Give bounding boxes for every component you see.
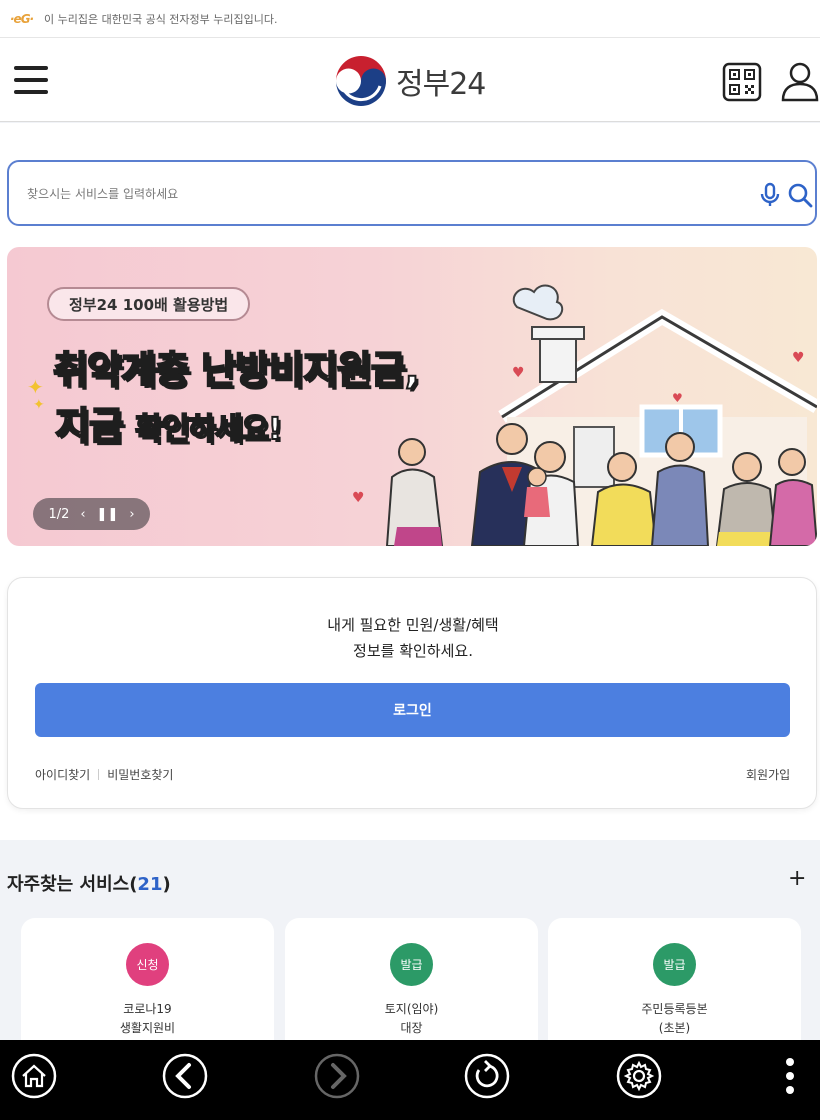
banner-prev-icon[interactable]: ‹ [80, 507, 85, 522]
search-icon[interactable] [787, 182, 813, 208]
login-button[interactable]: 로그인 [35, 683, 790, 737]
svg-text:♥: ♥ [352, 490, 365, 506]
login-message: 내게 필요한 민원/생활/혜택 정보를 확인하세요. [8, 612, 818, 664]
find-id-link[interactable]: 아이디찾기 [35, 766, 90, 783]
svg-text:♥: ♥ [672, 391, 683, 405]
hamburger-menu-icon[interactable] [14, 64, 48, 96]
service-name: 코로나19 생활지원비 [119, 1002, 176, 1035]
service-badge: 발급 [390, 943, 433, 986]
banner-title-line2: 지금 확인하세요! [54, 395, 283, 450]
banner-page-indicator: 1/2 [48, 506, 70, 522]
header: 정부24 [0, 38, 820, 122]
service-badge: 발급 [653, 943, 696, 986]
service-name: 토지(임야) 대장 [384, 1002, 439, 1035]
svg-text:♥: ♥ [512, 365, 525, 381]
gov-notice-text: 이 누리집은 대한민국 공식 전자정부 누리집입니다. [44, 12, 278, 26]
microphone-icon[interactable] [759, 182, 781, 208]
qr-code-icon[interactable] [722, 62, 762, 102]
user-account-icon[interactable] [780, 60, 820, 102]
service-badge: 신청 [126, 943, 169, 986]
service-card[interactable]: 발급 토지(임야) 대장 [285, 918, 538, 1058]
banner-tag: 정부24 100배 활용방법 [47, 287, 251, 321]
taeguk-logo-icon [336, 56, 386, 106]
banner-illustration: ♥ ♥ ♥ ♥ [352, 284, 817, 546]
logo-text: 정부24 [396, 67, 486, 102]
home-icon[interactable] [10, 1052, 58, 1100]
login-message-line1: 내게 필요한 민원/생활/혜택 [327, 616, 499, 634]
back-icon[interactable] [161, 1052, 209, 1100]
find-password-link[interactable]: 비밀번호찾기 [107, 766, 173, 783]
forward-icon[interactable] [313, 1052, 361, 1100]
svg-text:♥: ♥ [792, 350, 805, 366]
search-box[interactable] [7, 160, 817, 226]
banner-next-icon[interactable]: › [129, 507, 134, 522]
service-card[interactable]: 발급 주민등록등본 (초본) [548, 918, 801, 1058]
service-card[interactable]: 신청 코로나19 생활지원비 [21, 918, 274, 1058]
login-card: 내게 필요한 민원/생활/혜택 정보를 확인하세요. 로그인 아이디찾기 비밀번… [7, 577, 817, 809]
plus-icon[interactable]: + [788, 866, 806, 891]
gov-notice-strip: ·eG· 이 누리집은 대한민국 공식 전자정부 누리집입니다. [0, 0, 820, 38]
settings-icon[interactable] [615, 1052, 663, 1100]
refresh-icon[interactable] [463, 1052, 511, 1100]
divider [98, 769, 100, 780]
banner-pause-icon[interactable]: ❚❚ [97, 507, 119, 522]
sparkle-icon: ✦ [27, 375, 44, 399]
frequent-services-title: 자주찾는 서비스(21) [7, 874, 171, 895]
browser-nav-bar [0, 1040, 820, 1120]
find-links: 아이디찾기 비밀번호찾기 [35, 766, 173, 783]
frequent-services-count: (21) [129, 874, 171, 895]
login-message-line2: 정보를 확인하세요. [353, 642, 473, 660]
promo-banner[interactable]: 정부24 100배 활용방법 취약계층 난방비지원금, 지금 확인하세요! ✦ … [7, 247, 817, 546]
eg-logo-icon: ·eG· [10, 11, 34, 26]
banner-title-big: 지금 [54, 403, 125, 449]
search-input[interactable] [27, 180, 727, 208]
banner-title-small: 확인하세요! [134, 411, 283, 448]
sparkle-icon: ✦ [33, 397, 45, 413]
gov24-logo[interactable]: 정부24 [334, 54, 486, 108]
banner-pager: 1/2 ‹ ❚❚ › [33, 498, 150, 530]
more-options-icon[interactable] [766, 1052, 814, 1100]
signup-link[interactable]: 회원가입 [746, 766, 790, 783]
service-name: 주민등록등본 (초본) [641, 1002, 708, 1035]
